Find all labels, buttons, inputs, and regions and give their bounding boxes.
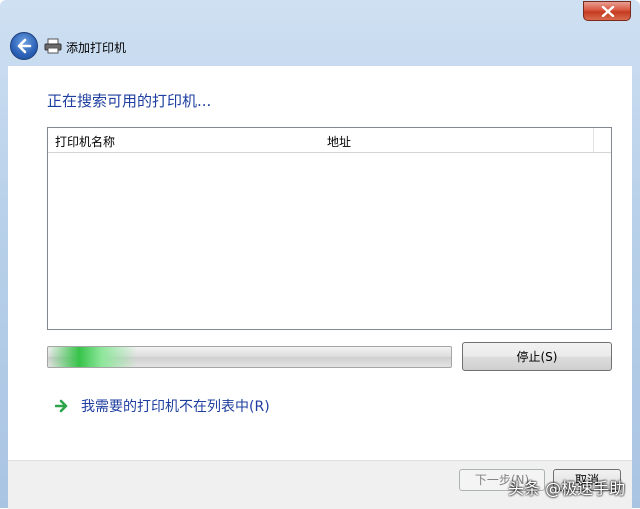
printer-not-listed-text[interactable]: 我需要的打印机不在列表中(R) [81, 396, 270, 416]
watermark: 头条 @极速手助 [508, 479, 626, 498]
close-button[interactable] [583, 1, 631, 21]
printer-icon [44, 38, 62, 54]
list-header: 打印机名称 地址 [48, 128, 611, 153]
navigation-bar: 添加打印机 [8, 30, 632, 66]
progress-fill [48, 347, 137, 367]
column-header-address[interactable]: 地址 [327, 133, 351, 150]
search-progress-bar [47, 346, 452, 368]
printer-list[interactable]: 打印机名称 地址 [47, 127, 612, 330]
close-icon [601, 6, 615, 17]
stop-button[interactable]: 停止(S) [462, 342, 612, 371]
dialog-frame: 添加打印机 正在搜索可用的打印机... 打印机名称 地址 停止(S) 我需要的打… [0, 0, 640, 509]
content-area: 正在搜索可用的打印机... 打印机名称 地址 停止(S) 我需要的打印机不在列表… [8, 66, 632, 460]
back-arrow-icon [17, 38, 32, 54]
green-arrow-icon [55, 399, 68, 413]
column-header-printer-name[interactable]: 打印机名称 [55, 133, 115, 150]
page-title: 正在搜索可用的打印机... [47, 92, 212, 110]
column-divider [593, 128, 594, 152]
window-title: 添加打印机 [66, 41, 127, 55]
back-button[interactable] [10, 32, 38, 60]
